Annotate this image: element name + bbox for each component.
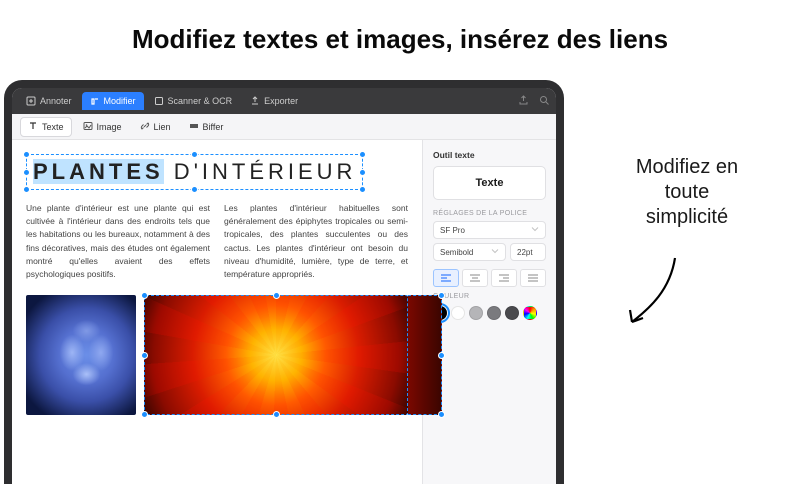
document-area[interactable]: PLANTES D'INTÉRIEUR Une plante d'intérie… xyxy=(12,140,422,484)
font-weight-value: Semibold xyxy=(440,248,473,257)
export-icon xyxy=(250,96,260,106)
subtab-texte[interactable]: Texte xyxy=(20,117,72,137)
edit-icon xyxy=(90,96,100,106)
redact-icon xyxy=(189,121,199,133)
tab-label: Modifier xyxy=(104,96,136,106)
font-size-value: 22pt xyxy=(517,248,533,257)
chevron-down-icon xyxy=(531,225,539,235)
selected-text-frame[interactable]: PLANTES D'INTÉRIEUR xyxy=(26,154,363,190)
hero-title: Modifiez textes et images, insérez des l… xyxy=(0,0,800,71)
tab-scanner[interactable]: Scanner & OCR xyxy=(146,92,241,110)
align-justify-button[interactable] xyxy=(520,269,546,287)
marketing-callout: Modifiez en toute simplicité xyxy=(622,155,752,230)
font-weight-select[interactable]: Semibold xyxy=(433,243,506,261)
link-icon xyxy=(140,121,150,133)
share-icon[interactable] xyxy=(518,95,529,108)
swatch-white[interactable] xyxy=(451,306,465,320)
align-center-button[interactable] xyxy=(462,269,488,287)
font-section-label: RÉGLAGES DE LA POLICE xyxy=(433,210,546,217)
annotate-icon xyxy=(26,96,36,106)
swatch-light-gray[interactable] xyxy=(469,306,483,320)
align-left-button[interactable] xyxy=(433,269,459,287)
inspector-panel: Outil texte Texte RÉGLAGES DE LA POLICE … xyxy=(422,140,556,484)
tab-modifier[interactable]: Modifier xyxy=(82,92,144,110)
panel-title: Outil texte xyxy=(433,150,546,160)
search-icon[interactable] xyxy=(539,95,550,108)
tab-exporter[interactable]: Exporter xyxy=(242,92,306,110)
subtab-biffer[interactable]: Biffer xyxy=(182,118,231,136)
arrow-annotation xyxy=(620,250,690,340)
image-icon xyxy=(83,121,93,133)
color-swatches xyxy=(433,306,546,320)
text-style-preview[interactable]: Texte xyxy=(433,166,546,200)
laptop-frame: Annoter Modifier Scanner & OCR Exporter xyxy=(4,80,564,484)
subtab-lien[interactable]: Lien xyxy=(133,118,178,136)
font-family-value: SF Pro xyxy=(440,226,465,235)
subtab-label: Texte xyxy=(42,122,64,132)
align-right-button[interactable] xyxy=(491,269,517,287)
swatch-gray[interactable] xyxy=(487,306,501,320)
doc-column-2[interactable]: Les plantes d'intérieur habituelles sont… xyxy=(224,202,408,281)
tab-label: Annoter xyxy=(40,96,72,106)
scanner-icon xyxy=(154,96,164,106)
tab-label: Exporter xyxy=(264,96,298,106)
tab-annoter[interactable]: Annoter xyxy=(18,92,80,110)
font-size-select[interactable]: 22pt xyxy=(510,243,546,261)
subtab-label: Biffer xyxy=(203,122,224,132)
app-screen: Annoter Modifier Scanner & OCR Exporter xyxy=(12,88,556,484)
subtab-label: Image xyxy=(97,122,122,132)
subtab-label: Lien xyxy=(154,122,171,132)
doc-image-red-flower[interactable] xyxy=(144,295,408,415)
color-section-label: COULEUR xyxy=(433,293,546,300)
doc-column-1[interactable]: Une plante d'intérieur est une plante qu… xyxy=(26,202,210,281)
doc-image-overflow xyxy=(408,295,442,415)
subtab-image[interactable]: Image xyxy=(76,118,129,136)
doc-heading[interactable]: PLANTES D'INTÉRIEUR xyxy=(33,159,356,185)
sub-toolbar: Texte Image Lien Biffer xyxy=(12,114,556,140)
chevron-down-icon xyxy=(491,247,499,257)
tab-label: Scanner & OCR xyxy=(168,96,233,106)
font-family-select[interactable]: SF Pro xyxy=(433,221,546,239)
top-tab-bar: Annoter Modifier Scanner & OCR Exporter xyxy=(12,88,556,114)
swatch-color-picker[interactable] xyxy=(523,306,537,320)
swatch-dark-gray[interactable] xyxy=(505,306,519,320)
doc-image-blue-flower[interactable] xyxy=(26,295,136,415)
text-icon xyxy=(28,121,38,133)
